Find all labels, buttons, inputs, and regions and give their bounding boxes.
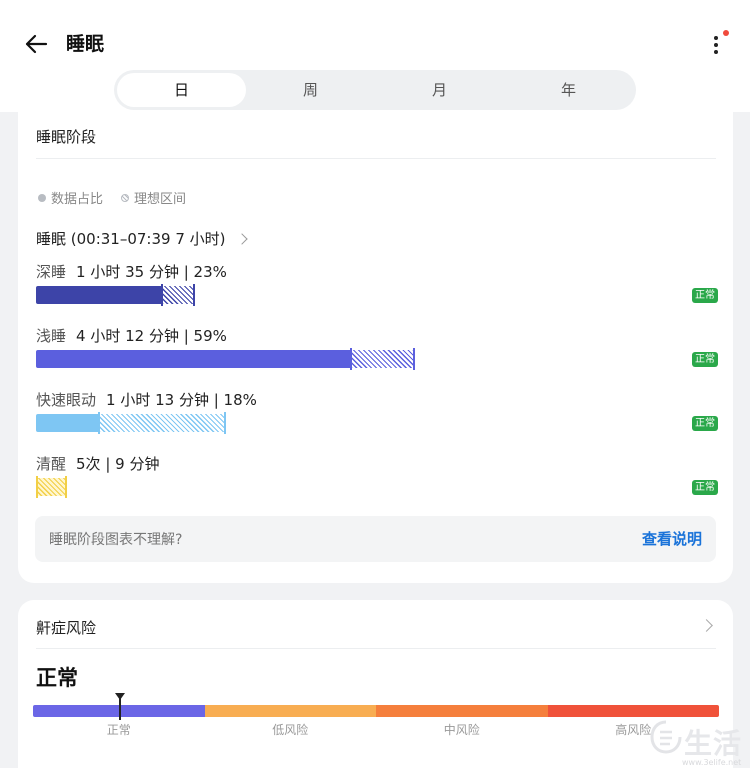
tab-month[interactable]: 月 — [375, 73, 504, 107]
stage-value: 4 小时 12 分钟 | 59% — [76, 327, 227, 345]
stage-label: 浅睡 4 小时 12 分钟 | 59% — [36, 325, 227, 346]
stage-label: 深睡 1 小时 35 分钟 | 23% — [36, 261, 227, 282]
snore-risk-title: 鼾症风险 — [36, 619, 97, 637]
watermark-text: 生活 — [684, 727, 743, 760]
stage-bar-hatch — [36, 478, 66, 496]
watermark: 生活 www.3elife.net — [650, 718, 750, 768]
stage-awake: 清醒 5次 | 9 分钟 正常 — [36, 453, 726, 509]
header: 睡眠 日 周 月 年 — [0, 0, 750, 112]
stage-bar-hatch — [162, 286, 194, 304]
risk-segment-low — [204, 705, 376, 717]
stage-bar-edge — [193, 284, 195, 306]
stage-bar-edge — [36, 476, 38, 498]
more-dot-icon — [714, 43, 718, 47]
solid-dot-icon — [38, 193, 46, 202]
status-badge: 正常 — [692, 288, 718, 303]
risk-segment-medium — [376, 705, 548, 717]
stage-deep-sleep: 深睡 1 小时 35 分钟 | 23% 正常 — [36, 261, 726, 317]
divider — [36, 648, 716, 649]
stage-name: 深睡 — [36, 263, 67, 281]
stage-bar-edge — [413, 348, 415, 370]
legend: 数据占比 理想区间 — [38, 188, 186, 207]
help-text: 睡眠阶段图表不理解? — [49, 532, 183, 548]
stage-bar-solid — [36, 414, 99, 432]
notification-dot-icon — [723, 30, 729, 36]
risk-label-normal: 正常 — [106, 723, 131, 737]
tab-day[interactable]: 日 — [117, 73, 246, 107]
view-explanation-link[interactable]: 查看说明 — [642, 528, 702, 549]
legend-data-ratio: 数据占比 — [38, 188, 103, 207]
stage-bar-edge — [65, 476, 67, 498]
divider — [36, 158, 716, 159]
sleep-stages-card: 睡眠阶段 数据占比 理想区间 睡眠 (00:31–07:39 7 小时) 深睡 … — [18, 112, 733, 583]
risk-scale-bar — [33, 705, 719, 717]
watermark-url: www.3elife.net — [682, 758, 742, 767]
legend-ideal-range: 理想区间 — [121, 188, 186, 207]
watermark-logo-icon — [650, 720, 682, 754]
stage-name: 浅睡 — [36, 327, 67, 345]
risk-status: 正常 — [36, 666, 78, 690]
sleep-summary: 睡眠 (00:31–07:39 7 小时) — [36, 230, 226, 248]
risk-marker-icon — [115, 693, 125, 720]
legend-label: 理想区间 — [134, 192, 187, 207]
stage-value: 1 小时 35 分钟 | 23% — [76, 263, 227, 281]
stage-rem: 快速眼动 1 小时 13 分钟 | 18% 正常 — [36, 389, 726, 445]
chevron-right-icon — [235, 232, 248, 245]
tab-year[interactable]: 年 — [504, 73, 633, 107]
status-badge: 正常 — [692, 480, 718, 495]
status-badge: 正常 — [692, 416, 718, 431]
stage-bar-edge — [350, 348, 352, 370]
legend-label: 数据占比 — [51, 192, 104, 207]
period-tabs: 日 周 月 年 — [114, 70, 636, 110]
sleep-stages-title: 睡眠阶段 — [36, 128, 97, 146]
stage-name: 清醒 — [36, 455, 67, 473]
stage-value: 5次 | 9 分钟 — [76, 455, 160, 473]
tab-week[interactable]: 周 — [246, 73, 375, 107]
risk-labels: 正常 低风险 中风险 高风险 — [33, 721, 719, 738]
back-arrow-icon[interactable] — [22, 30, 50, 58]
more-dot-icon — [714, 50, 718, 54]
risk-segment-high — [547, 705, 719, 717]
stage-label: 快速眼动 1 小时 13 分钟 | 18% — [36, 389, 257, 410]
stage-bar-hatch — [351, 350, 414, 368]
stage-light-sleep: 浅睡 4 小时 12 分钟 | 59% 正常 — [36, 325, 726, 381]
chevron-right-icon[interactable] — [700, 619, 713, 632]
help-box: 睡眠阶段图表不理解? 查看说明 — [35, 516, 716, 562]
stage-bar-solid — [36, 286, 162, 304]
stage-bar-edge — [161, 284, 163, 306]
more-dot-icon — [714, 36, 718, 40]
stage-value: 1 小时 13 分钟 | 18% — [106, 391, 257, 409]
hatched-dot-icon — [121, 193, 130, 202]
stage-label: 清醒 5次 | 9 分钟 — [36, 453, 159, 474]
risk-label-low: 低风险 — [272, 723, 309, 737]
more-options-button[interactable] — [704, 30, 729, 58]
status-badge: 正常 — [692, 352, 718, 367]
page-title: 睡眠 — [66, 33, 105, 55]
stage-bar-solid — [36, 350, 351, 368]
stage-bar-edge — [98, 412, 100, 434]
stage-bar-edge — [224, 412, 226, 434]
sleep-summary-row[interactable]: 睡眠 (00:31–07:39 7 小时) — [36, 228, 248, 249]
stage-bar-hatch — [99, 414, 225, 432]
risk-label-medium: 中风险 — [443, 723, 480, 737]
stage-name: 快速眼动 — [36, 391, 97, 409]
snore-risk-card: 鼾症风险 正常 正常 低风险 中风险 高风险 — [18, 600, 733, 768]
